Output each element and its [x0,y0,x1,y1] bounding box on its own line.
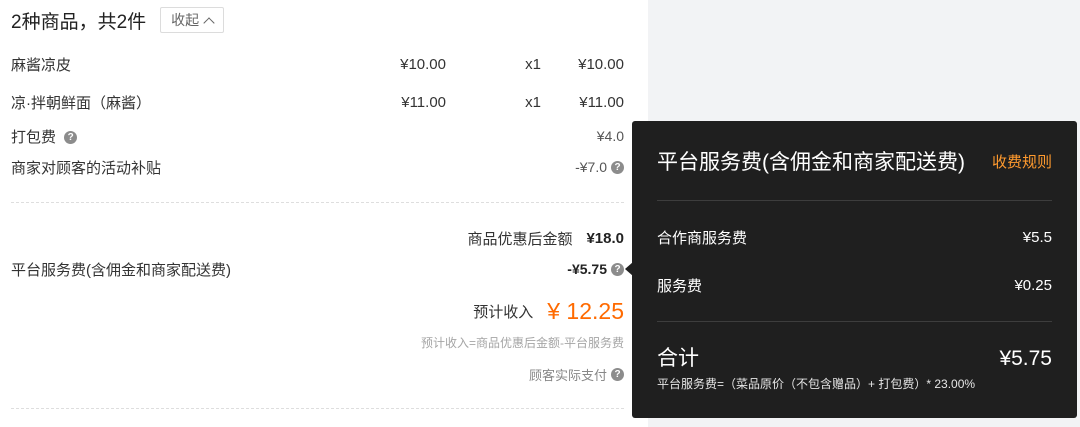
subsidy-value: -¥7.0 [575,159,607,175]
popover-total-label: 合计 [657,347,699,370]
popover-fee-label: 合作商服务费 [657,229,748,247]
service-fee-value-group: -¥5.75 ? [567,261,624,277]
customer-paid-label: 顾客实际支付 [528,367,607,383]
item-total: ¥10.00 [578,55,624,73]
packing-fee-row: 打包费 ? ¥4.0 [11,125,624,147]
formula-note: 预计收入=商品优惠后金额-平台服务费 [420,335,624,350]
subsidy-label: 商家对顾客的活动补贴 [11,159,162,177]
order-summary-title: 2种商品，共2件 [11,11,147,33]
service-fee-value: -¥5.75 [567,261,607,277]
popover-fee-value: ¥5.5 [1022,228,1052,246]
popover-fee-row: 合作商服务费 ¥5.5 [657,226,1052,248]
question-circle-icon[interactable]: ? [611,262,624,276]
item-quantity: x1 [525,93,541,111]
popover-title: 平台服务费(含佣金和商家配送费) [657,151,965,174]
estimated-income-row: 预计收入 ¥ 12.25 [473,296,624,326]
packing-fee-label-group: 打包费 ? [11,126,78,147]
popover-fee-value: ¥0.25 [1014,276,1052,294]
popover-fee-row: 服务费 ¥0.25 [657,274,1052,296]
packing-fee-label: 打包费 [11,128,57,146]
service-fee-popover: 平台服务费(含佣金和商家配送费) 收费规则 合作商服务费 ¥5.5 服务费 ¥0… [632,121,1077,418]
question-circle-icon[interactable]: ? [611,367,624,381]
list-item: 麻酱凉皮 ¥10.00 x1 ¥10.00 [11,52,624,76]
customer-paid-row: 顾客实际支付 ? [529,364,624,384]
subsidy-row: 商家对顾客的活动补贴 -¥7.0 ? [11,156,624,178]
item-price: ¥11.00 [401,93,446,111]
popover-divider [657,321,1052,322]
chevron-up-icon [203,16,215,29]
popover-header: 平台服务费(含佣金和商家配送费) 收费规则 [657,146,1052,176]
estimated-income-value: ¥ 12.25 [547,297,624,324]
popover-total-value: ¥5.75 [999,347,1052,370]
order-summary-header: 2种商品，共2件 收起 [11,6,225,34]
collapse-label: 收起 [171,12,200,28]
fee-rules-link[interactable]: 收费规则 [992,151,1052,172]
section-divider [11,202,624,203]
discounted-amount-row: 商品优惠后金额 ¥18.0 [467,227,624,249]
list-item: 凉·拌朝鲜面（麻酱） ¥11.00 x1 ¥11.00 [11,90,624,114]
popover-formula: 平台服务费=（菜品原价（不包含赠品）+ 打包费）* 23.00% [657,377,976,391]
popover-divider [657,200,1052,201]
discounted-amount-label: 商品优惠后金额 [467,230,573,248]
section-divider [11,408,624,409]
estimated-income-label: 预计收入 [473,303,534,321]
popover-fee-label: 服务费 [657,277,703,295]
subsidy-value-group: -¥7.0 ? [575,159,624,175]
item-price: ¥10.00 [400,55,446,73]
formula-note-row: 预计收入=商品优惠后金额-平台服务费 [421,333,624,351]
item-total: ¥11.00 [579,93,624,111]
item-quantity: x1 [525,55,541,73]
service-fee-row: 平台服务费(含佣金和商家配送费) -¥5.75 ? [11,258,624,280]
question-circle-icon[interactable]: ? [611,160,624,174]
question-circle-icon[interactable]: ? [64,131,78,145]
service-fee-label: 平台服务费(含佣金和商家配送费) [11,261,231,279]
popover-total-row: 合计 ¥5.75 [657,342,1052,372]
collapse-button[interactable]: 收起 [160,7,225,33]
discounted-amount-value: ¥18.0 [586,229,624,247]
packing-fee-value: ¥4.0 [596,128,624,144]
